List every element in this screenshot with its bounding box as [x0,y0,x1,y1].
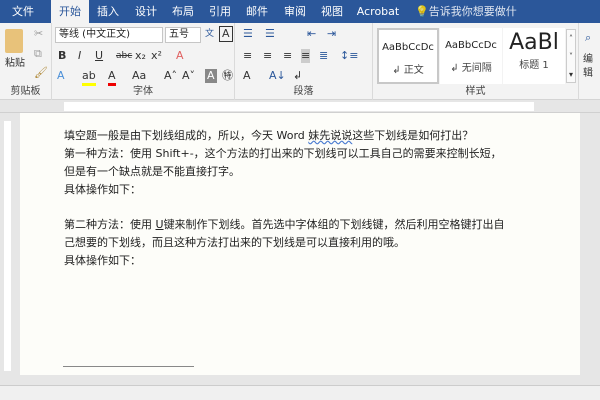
find-icon[interactable]: ⌕ [585,31,591,45]
underline-icon[interactable]: U [95,49,103,63]
ribbon: 粘贴 ✂ ⧉ 🖌 剪贴板 等线 (中文正文) 五号 文 A B I U abc … [0,23,600,100]
tab-view[interactable]: 视图 [313,0,351,23]
cut-icon[interactable]: ✂ [34,27,43,41]
italic-icon[interactable]: I [78,49,81,63]
underline-blank [63,366,194,367]
show-marks-icon[interactable]: ↲ [293,69,302,83]
grow-font-icon[interactable]: A˄ [164,69,177,83]
doc-line: 具体操作如下： [64,254,141,267]
tab-layout[interactable]: 布局 [164,0,202,23]
numbering-icon[interactable]: ☰ [265,27,275,41]
clipboard-label: 剪贴板 [10,86,41,97]
doc-line: 第一种方法：使用 Shift+-，这个方法的打出来的下划线可以工具自己的需要来控… [64,147,502,160]
align-right-icon[interactable]: ≡ [283,49,292,63]
style-no-spacing[interactable]: AaBbCcDc ↲ 无间隔 [440,28,502,84]
tab-insert[interactable]: 插入 [89,0,127,23]
text-effects-icon[interactable]: A [57,69,65,83]
strikethrough-icon[interactable]: abc [116,49,132,63]
subscript-icon[interactable]: x₂ [135,49,146,63]
decrease-indent-icon[interactable]: ⇤ [307,27,316,41]
styles-scroll[interactable]: ˄ ˅ ▾ [566,29,576,83]
sort-icon[interactable]: A↓ [269,69,286,83]
tab-design[interactable]: 设计 [127,0,165,23]
clear-formatting-icon[interactable]: A [176,49,184,63]
char-border-icon[interactable]: A [219,26,233,42]
paste-button[interactable]: 粘贴 [5,57,25,71]
vertical-ruler[interactable] [0,113,14,375]
center-icon[interactable]: ≡ [263,49,272,63]
styles-group: AaBbCcDc ↲ 正文 AaBbCcDc ↲ 无间隔 AaBl 标题 1 ˄ ˅ ▾ … [373,23,578,100]
tab-file[interactable]: 文件 [4,0,42,23]
bullets-icon[interactable]: ☰ [243,27,253,41]
asian-layout-icon[interactable]: A [243,69,251,83]
style-heading-1[interactable]: AaBl 标题 1 [503,28,565,84]
lightbulb-icon: 💡 [415,5,429,18]
superscript-icon[interactable]: x² [151,49,162,63]
doc-line: 但是有一个缺点就是不能直接打字。 [64,165,240,178]
format-painter-icon[interactable]: 🖌 [34,66,48,80]
font-label: 字体 [133,86,153,97]
font-group: 等线 (中文正文) 五号 文 A B I U abc x₂ x² A A ab … [52,23,235,100]
styles-label: 样式 [465,86,486,97]
tab-review[interactable]: 审阅 [276,0,314,23]
copy-icon[interactable]: ⧉ [34,47,42,61]
increase-indent-icon[interactable]: ⇥ [327,27,336,41]
tab-acrobat[interactable]: Acrobat [353,0,403,23]
editing-group: ⌕ 编辑 [578,23,600,100]
align-left-icon[interactable]: ≡ [243,49,252,63]
ribbon-tabs: 文件 开始 插入 设计 布局 引用 邮件 审阅 视图 Acrobat 💡告诉我你… [0,0,600,41]
paragraph-group: ☰ ☰ ⇤ ⇥ ≡ ≡ ≡ ≡ ≣ ↕≡ A A↓ ↲ 段落 [235,23,373,100]
font-size-select[interactable]: 五号 [165,27,201,43]
line-spacing-icon[interactable]: ↕≡ [340,49,358,63]
doc-line: 填空题一般是由下划线组成的，所以，今天 Word 妹先说说这些下划线是如何打出？ [64,129,474,142]
change-case-icon[interactable]: Aa [132,69,146,83]
doc-line: 具体操作如下： [64,183,141,196]
document-page[interactable]: 填空题一般是由下划线组成的，所以，今天 Word 妹先说说这些下划线是如何打出？… [20,113,580,375]
distributed-icon[interactable]: ≣ [319,49,328,63]
style-normal[interactable]: AaBbCcDc ↲ 正文 [377,28,439,84]
doc-line: 己想要的下划线，而且这种方法打出来的下划线是可以直接利用的哦。 [64,236,405,249]
justify-icon[interactable]: ≡ [301,49,311,63]
status-bar [0,385,600,400]
tab-home[interactable]: 开始 [51,0,89,23]
clipboard-group: 粘贴 ✂ ⧉ 🖌 剪贴板 [0,23,52,100]
doc-line: 第二种方法：使用 U键来制作下划线。首先选中字体组的下划线键，然后利用空格键打出… [64,218,505,231]
spelling-mark: 妹先说说 [308,129,353,142]
bold-icon[interactable]: B [58,49,66,63]
horizontal-ruler[interactable] [0,100,600,113]
font-name-select[interactable]: 等线 (中文正文) [55,27,163,43]
editing-button[interactable]: 编辑 [583,53,600,81]
paragraph-label: 段落 [293,86,314,97]
enclose-char-icon[interactable]: ㊕ [222,69,233,83]
char-shading-icon[interactable]: A [205,69,217,83]
paste-icon[interactable] [5,29,23,53]
shrink-font-icon[interactable]: A˅ [182,69,195,83]
tab-references[interactable]: 引用 [201,0,239,23]
tab-mailings[interactable]: 邮件 [238,0,276,23]
phonetic-guide-icon[interactable]: 文 [205,27,214,41]
tell-me-box[interactable]: 💡告诉我你想要做什么 [415,0,525,41]
